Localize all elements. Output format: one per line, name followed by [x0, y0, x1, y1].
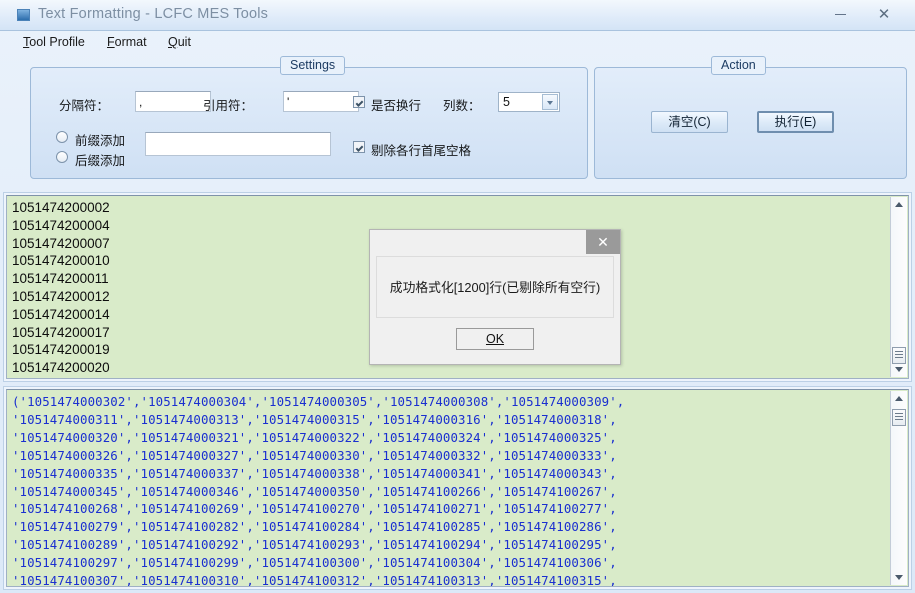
input-vertical-scrollbar[interactable]	[890, 197, 907, 377]
scroll-up-icon[interactable]	[891, 391, 907, 407]
minimize-icon	[834, 14, 846, 15]
title-bar: Text Formatting - LCFC MES Tools ✕	[0, 0, 915, 31]
dialog-body: 成功格式化[1200]行(已剔除所有空行)	[376, 256, 614, 318]
menu-item-format[interactable]: Format	[107, 35, 147, 49]
affix-input[interactable]	[145, 132, 331, 156]
output-textarea-frame: ('1051474000302','1051474000304','105147…	[3, 386, 912, 590]
app-icon	[17, 9, 30, 21]
scroll-down-icon[interactable]	[891, 569, 907, 585]
menu-item-quit[interactable]: Quit	[168, 35, 191, 49]
wrap-checkbox-label: 是否换行	[371, 99, 422, 113]
action-group: Action 清空(C) 执行(E)	[594, 56, 907, 179]
wrap-checkbox[interactable]	[353, 96, 365, 108]
dialog-ok-button[interactable]: OK	[456, 328, 534, 350]
quote-input[interactable]	[283, 91, 359, 112]
action-legend: Action	[711, 56, 766, 75]
columns-select[interactable]: 5	[498, 92, 560, 112]
execute-button[interactable]: 执行(E)	[757, 111, 834, 133]
dialog-ok-label: OK	[485, 332, 505, 346]
output-textarea-content: ('1051474000302','1051474000304','105147…	[12, 394, 625, 586]
quote-label: 引用符：	[203, 99, 254, 113]
output-scroll-thumb[interactable]	[892, 409, 906, 426]
menu-item-tool-profile[interactable]: Tool Profile	[23, 35, 85, 49]
dialog-close-button[interactable]: ✕	[586, 230, 620, 254]
trim-checkbox-label: 剔除各行首尾空格	[371, 144, 472, 158]
menu-bar: Tool Profile Format Quit	[8, 32, 907, 54]
suffix-radio-label: 后缀添加	[75, 154, 126, 168]
chevron-down-icon[interactable]	[542, 94, 558, 110]
settings-group: Settings 分隔符： 引用符： 是否换行 列数： 5 前缀添加 后缀添加 …	[30, 56, 588, 179]
close-button[interactable]: ✕	[867, 4, 901, 26]
application-window: Text Formatting - LCFC MES Tools ✕ Tool …	[0, 0, 915, 593]
scroll-up-icon[interactable]	[891, 197, 907, 213]
output-vertical-scrollbar[interactable]	[890, 391, 907, 585]
separator-input[interactable]	[135, 91, 211, 112]
prefix-radio[interactable]	[56, 131, 68, 143]
columns-label: 列数：	[443, 99, 481, 113]
minimize-button[interactable]	[823, 4, 857, 26]
window-title: Text Formatting - LCFC MES Tools	[38, 6, 269, 22]
suffix-radio[interactable]	[56, 151, 68, 163]
dialog-message: 成功格式化[1200]行(已剔除所有空行)	[389, 280, 601, 295]
separator-label: 分隔符：	[59, 99, 110, 113]
columns-select-value: 5	[503, 95, 510, 109]
dialog-title-bar: ✕	[370, 230, 620, 256]
output-textarea[interactable]: ('1051474000302','1051474000304','105147…	[6, 389, 909, 587]
scroll-down-icon[interactable]	[891, 361, 907, 377]
message-dialog: ✕ 成功格式化[1200]行(已剔除所有空行) OK	[369, 229, 621, 365]
clear-button[interactable]: 清空(C)	[651, 111, 728, 133]
prefix-radio-label: 前缀添加	[75, 134, 126, 148]
settings-legend: Settings	[280, 56, 346, 75]
trim-checkbox[interactable]	[353, 141, 365, 153]
